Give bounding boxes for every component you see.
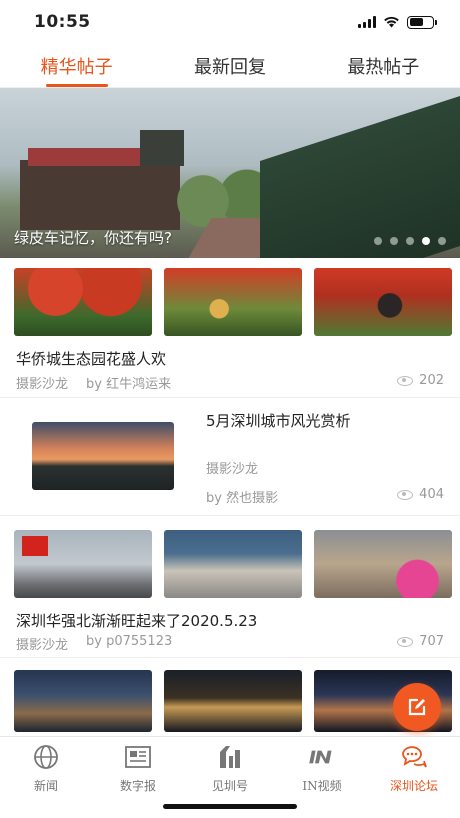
post-photo [14,670,152,732]
post-section: 摄影沙龙 [206,462,259,477]
jianzhen-logo-icon [216,743,244,771]
post-author: by p0755123 [86,634,173,649]
carousel-dot[interactable] [406,237,414,245]
post-image-row [14,530,452,598]
banner-building [20,160,180,230]
carousel-dots [374,237,446,245]
carousel-dot-active[interactable] [422,237,430,245]
post-tabs: 精华帖子 最新回复 最热帖子 [0,44,460,88]
post-section: 摄影沙龙 [16,638,69,653]
post-photo [32,422,174,490]
tabbar-item-news[interactable]: 新闻 [0,737,92,818]
battery-icon [407,15,437,29]
home-indicator [163,804,297,809]
post-author: by 然也摄影 [206,491,279,506]
carousel-dot[interactable] [438,237,446,245]
post-photo [164,530,302,598]
tab-hottest-posts[interactable]: 最热帖子 [307,44,460,87]
tabbar-item-forum[interactable]: 深圳论坛 [368,737,460,818]
post-views: 404 [397,487,444,502]
post-item[interactable]: 深圳华强北渐渐旺起来了2020.5.23 摄影沙龙 by p0755123 70… [0,516,460,658]
tabbar-label: 见圳号 [211,779,248,793]
view-count: 404 [419,487,444,502]
post-photo [14,530,152,598]
view-count: 707 [419,634,444,649]
chat-bubbles-icon [400,743,428,771]
tabbar-label: 深圳论坛 [389,779,438,793]
post-photo [314,530,452,598]
post-item[interactable] [0,658,460,736]
post-title: 华侨城生态园花盛人欢 [16,350,167,368]
banner-carousel[interactable]: 绿皮车记忆，你还有吗? [0,88,460,258]
post-author: by 红牛鸿运来 [86,377,172,392]
post-meta: 摄影沙龙 [206,458,258,477]
status-bar: 10:55 [0,0,460,44]
edit-icon [408,698,426,716]
bottom-tab-bar: 新闻 数字报 见圳号 IN视频 深圳论坛 [0,736,460,818]
globe-icon [32,743,60,771]
post-photo [14,268,152,336]
flag-icon [22,536,48,556]
post-meta: 摄影沙龙 by p0755123 [16,634,172,653]
post-photo [164,670,302,732]
status-icons [358,15,437,29]
post-views: 707 [397,634,444,649]
tabbar-label: 数字报 [119,779,156,793]
in-video-icon [308,743,336,771]
post-title: 深圳华强北渐渐旺起来了2020.5.23 [16,612,258,630]
post-photo [164,268,302,336]
banner-tower [140,130,184,166]
eye-icon [397,489,414,500]
post-item[interactable]: 华侨城生态园花盛人欢 摄影沙龙 by 红牛鸿运来 202 [0,258,460,398]
post-meta: 摄影沙龙 by 红牛鸿运来 [16,373,171,392]
banner-green-train [260,96,460,258]
post-section: 摄影沙龙 [16,377,69,392]
newspaper-icon [124,743,152,771]
post-views: 202 [397,373,444,388]
eye-icon [397,375,414,386]
view-count: 202 [419,373,444,388]
cellular-signal-icon [358,16,376,28]
post-item[interactable]: 5月深圳城市风光赏析 摄影沙龙 by 然也摄影 404 [0,398,460,516]
tab-latest-replies[interactable]: 最新回复 [153,44,306,87]
status-time: 10:55 [34,12,91,32]
tabbar-label: IN视频 [302,779,342,793]
post-photo [314,268,452,336]
carousel-dot[interactable] [374,237,382,245]
banner-caption: 绿皮车记忆，你还有吗? [14,229,172,247]
post-image-row [14,670,452,732]
carousel-dot[interactable] [390,237,398,245]
tab-featured-posts[interactable]: 精华帖子 [0,44,153,87]
compose-post-button[interactable] [393,683,441,731]
tabbar-label: 新闻 [33,779,58,793]
post-meta: by 然也摄影 [206,487,278,506]
wifi-icon [384,16,399,28]
eye-icon [397,636,414,647]
post-image-row [14,268,452,336]
post-title: 5月深圳城市风光赏析 [206,412,351,430]
